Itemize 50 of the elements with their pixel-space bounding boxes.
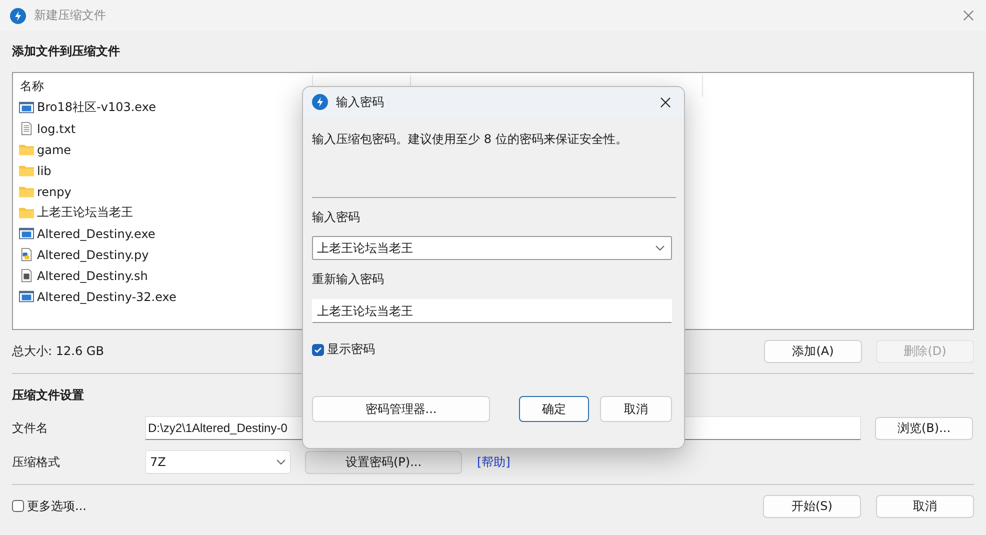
file-name[interactable]: Altered_Destiny-32.exe	[37, 290, 176, 304]
section-heading: 压缩文件设置	[12, 387, 85, 404]
cancel-button[interactable]: 取消	[876, 494, 974, 518]
folder-icon	[19, 163, 34, 178]
file-name[interactable]: lib	[37, 164, 52, 178]
field-label: 压缩格式	[12, 454, 61, 470]
section-heading: 添加文件到压缩文件	[12, 43, 121, 60]
confirm-password-field[interactable]: 上老王论坛当老王	[312, 299, 672, 323]
file-name[interactable]: Altered_Destiny.exe	[37, 226, 156, 240]
field-label: 重新输入密码	[312, 271, 385, 288]
format-dropdown[interactable]: 7Z	[145, 450, 291, 474]
file-name[interactable]: Bro18社区-v103.exe	[37, 99, 156, 116]
file-name[interactable]: Altered_Destiny.py	[37, 248, 149, 262]
set-password-button[interactable]: 设置密码(P)...	[305, 450, 462, 474]
password-manager-button[interactable]: 密码管理器...	[312, 396, 490, 422]
show-password-checkbox[interactable]: 显示密码	[312, 341, 672, 358]
total-size: 总大小: 12.6 GB	[12, 342, 104, 360]
password-field[interactable]: 上老王论坛当老王	[312, 236, 672, 260]
file-name[interactable]: renpy	[37, 184, 72, 198]
chevron-down-icon	[655, 245, 665, 251]
field-label: 输入密码	[312, 209, 361, 226]
cancel-button[interactable]: 取消	[600, 396, 672, 422]
dialog-title: 输入密码	[336, 94, 384, 110]
text-file-icon	[19, 121, 34, 136]
script-file-icon	[19, 268, 34, 283]
python-file-icon	[19, 247, 34, 262]
start-button[interactable]: 开始(S)	[763, 494, 861, 518]
add-button[interactable]: 添加(A)	[764, 340, 862, 362]
file-name[interactable]: 上老王论坛当老王	[37, 204, 133, 221]
checkmark-icon	[313, 344, 323, 354]
file-name[interactable]: Altered_Destiny.sh	[37, 268, 148, 282]
application-icon	[19, 100, 34, 115]
app-icon	[312, 94, 328, 110]
application-icon	[19, 226, 34, 241]
app-icon	[10, 8, 26, 24]
folder-icon	[19, 184, 34, 199]
browse-button[interactable]: 浏览(B)...	[875, 416, 973, 440]
folder-icon	[19, 205, 34, 220]
help-link[interactable]: [帮助]	[477, 454, 510, 470]
file-name[interactable]: game	[37, 142, 72, 156]
chevron-down-icon	[276, 459, 286, 465]
file-name[interactable]: log.txt	[37, 122, 76, 136]
folder-icon	[19, 142, 34, 157]
ok-button[interactable]: 确定	[519, 396, 589, 422]
dialog-description: 输入压缩包密码。建议使用至少 8 位的密码来保证安全性。	[312, 131, 628, 148]
more-options-checkbox[interactable]: 更多选项...	[12, 498, 86, 514]
window-title: 新建压缩文件	[34, 7, 106, 24]
application-icon	[19, 289, 34, 304]
field-label: 文件名	[12, 420, 49, 436]
close-icon[interactable]	[660, 96, 671, 108]
